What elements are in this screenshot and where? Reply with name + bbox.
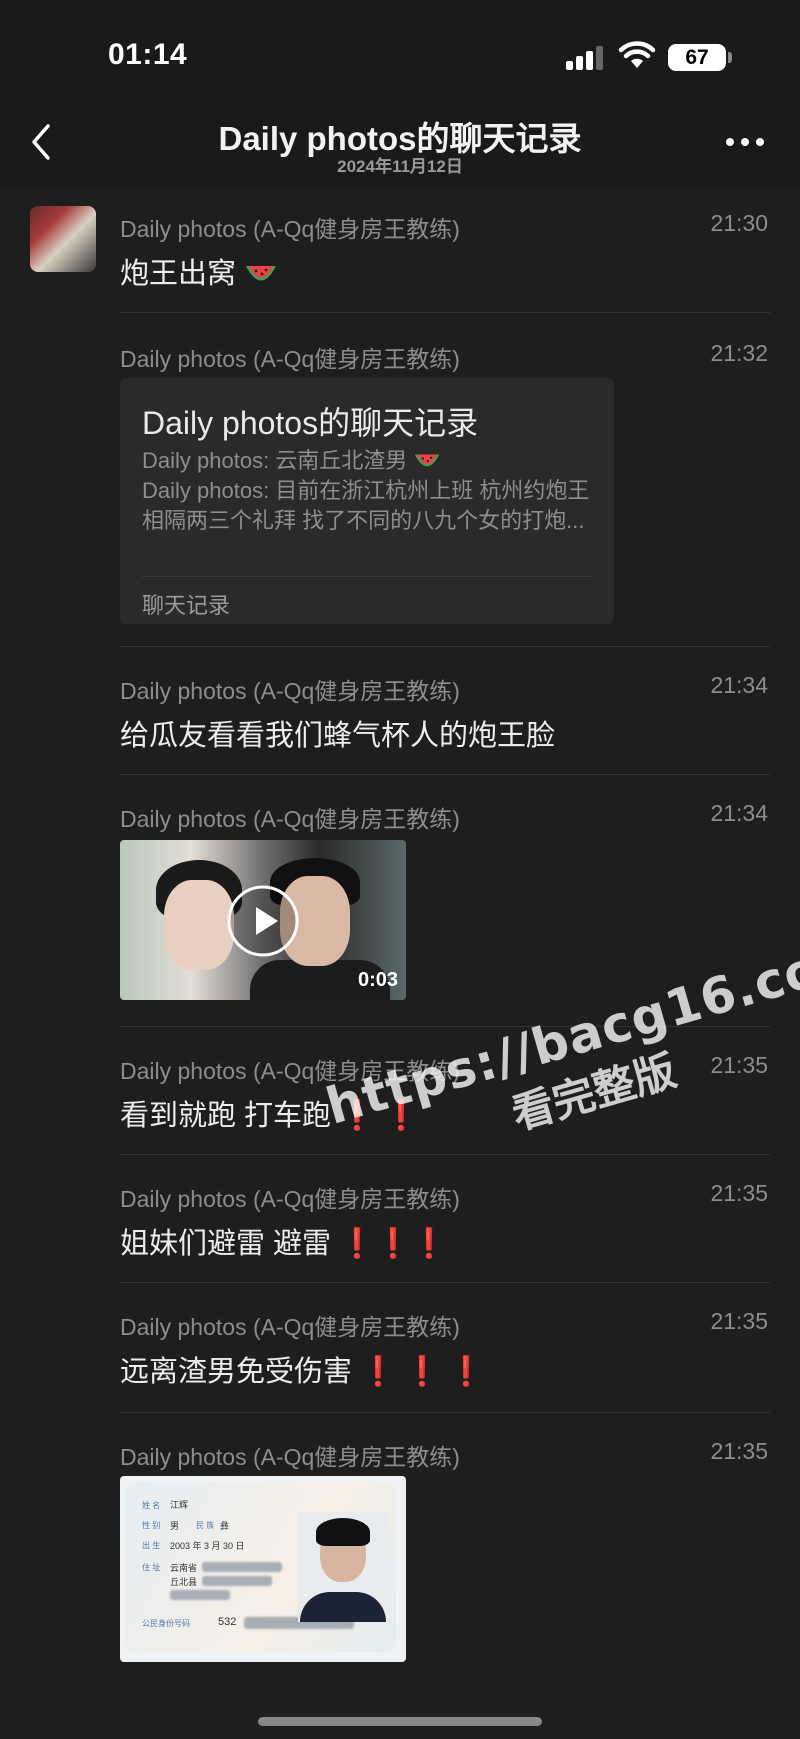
id-label: 性 别 — [142, 1521, 161, 1530]
id-label: 民 族 — [196, 1521, 215, 1530]
message-text: 远离渣男免受伤害 ❗ ❗ ❗ — [120, 1348, 485, 1390]
id-value: 江辉 — [170, 1500, 189, 1510]
divider — [120, 312, 770, 313]
message-text-content: 炮王出窝 — [120, 258, 237, 290]
id-value: 云南省 — [170, 1563, 198, 1573]
battery-icon: 67 — [668, 44, 726, 71]
id-value: 2003 年 3 月 30 日 — [170, 1541, 245, 1551]
id-value: 彝 — [220, 1521, 230, 1531]
card-title: Daily photos的聊天记录 — [142, 405, 479, 441]
card-preview-line: Daily photos: 云南丘北渣男 — [142, 446, 602, 476]
wifi-icon — [618, 41, 656, 68]
chat-record-card[interactable]: Daily photos的聊天记录 Daily photos: 云南丘北渣男 D… — [120, 378, 614, 624]
id-photo — [298, 1512, 388, 1622]
video-thumbnail[interactable]: 0:03 — [120, 840, 406, 1000]
id-value: 男 — [170, 1521, 180, 1531]
id-label: 出 生 — [142, 1541, 161, 1550]
message-sender: Daily photos (A-Qq健身房王教练) — [120, 1314, 460, 1340]
watermelon-emoji-icon — [415, 454, 440, 467]
card-preview-text: Daily photos: 云南丘北渣男 — [142, 448, 408, 473]
id-label: 公民身份号码 — [142, 1619, 190, 1628]
message-time: 21:32 — [710, 340, 768, 366]
message-time: 21:30 — [710, 210, 768, 236]
id-value: 丘北县 — [170, 1577, 198, 1587]
divider — [120, 1282, 770, 1283]
divider — [120, 1412, 770, 1413]
id-label: 住 址 — [142, 1563, 161, 1572]
message-item: Daily photos (A-Qq健身房王教练) 21:35 远离渣男免受伤害… — [0, 1284, 800, 1414]
message-text: 炮王出窝 — [120, 250, 278, 292]
page-subtitle-date: 2024年11月12日 — [337, 157, 463, 176]
play-icon[interactable] — [226, 884, 300, 958]
home-indicator[interactable] — [258, 1717, 542, 1726]
message-item: Daily photos (A-Qq健身房王教练) 21:30 炮王出窝 — [0, 186, 800, 316]
message-item: Daily photos (A-Qq健身房王教练) 21:32 Daily ph… — [0, 316, 800, 648]
battery-cap — [728, 52, 732, 63]
exclamation-emoji: ❗❗❗ — [339, 1228, 448, 1260]
message-item: Daily photos (A-Qq健身房王教练) 21:35 姓 名 江辉 性… — [0, 1414, 800, 1674]
divider — [120, 646, 770, 647]
battery-level: 67 — [685, 46, 709, 69]
message-time: 21:35 — [710, 1180, 768, 1206]
message-sender: Daily photos (A-Qq健身房王教练) — [120, 806, 460, 832]
nav-bar: Daily photos的聊天记录 2024年11月12日 — [0, 100, 800, 186]
more-dots-icon[interactable] — [726, 138, 766, 148]
message-sender: Daily photos (A-Qq健身房王教练) — [120, 346, 460, 372]
message-time: 21:34 — [710, 672, 768, 698]
video-duration: 0:03 — [357, 969, 398, 991]
message-sender: Daily photos (A-Qq健身房王教练) — [120, 1186, 460, 1212]
status-bar: 01:14 67 — [0, 0, 800, 100]
card-preview-line: Daily photos: 目前在浙江杭州上班 杭州约炮王 相隔两三个礼拜 找了… — [142, 478, 590, 533]
card-divider — [142, 576, 592, 577]
message-time: 21:35 — [710, 1308, 768, 1334]
message-text-content: 看到就跑 打车跑 — [120, 1100, 332, 1132]
message-text: 姐妹们避雷 避雷 ❗❗❗ — [120, 1220, 447, 1262]
card-footer-label: 聊天记录 — [142, 593, 231, 618]
message-text: 给瓜友看看我们蜂气杯人的炮王脸 — [120, 720, 556, 752]
message-time: 21:35 — [710, 1438, 768, 1464]
signal-icon — [566, 44, 606, 70]
message-sender: Daily photos (A-Qq健身房王教练) — [120, 216, 460, 242]
message-text-content: 姐妹们避雷 避雷 — [120, 1228, 332, 1260]
watermelon-emoji-icon — [246, 266, 277, 281]
id-card-image[interactable]: 姓 名 江辉 性 别 男 民 族 彝 出 生 2003 年 3 月 30 日 住… — [120, 1476, 406, 1662]
message-sender: Daily photos (A-Qq健身房王教练) — [120, 1444, 460, 1470]
id-label: 姓 名 — [142, 1501, 161, 1510]
exclamation-emoji: ❗ ❗ ❗ — [360, 1356, 485, 1388]
message-sender: Daily photos (A-Qq健身房王教练) — [120, 678, 460, 704]
message-time: 21:34 — [710, 800, 768, 826]
message-item: Daily photos (A-Qq健身房王教练) 21:34 给瓜友看看我们蜂… — [0, 648, 800, 776]
message-text-content: 远离渣男免受伤害 — [120, 1356, 353, 1388]
avatar[interactable] — [30, 206, 96, 272]
status-time: 01:14 — [108, 38, 188, 71]
divider — [120, 774, 770, 775]
id-value: 532 — [218, 1616, 237, 1628]
